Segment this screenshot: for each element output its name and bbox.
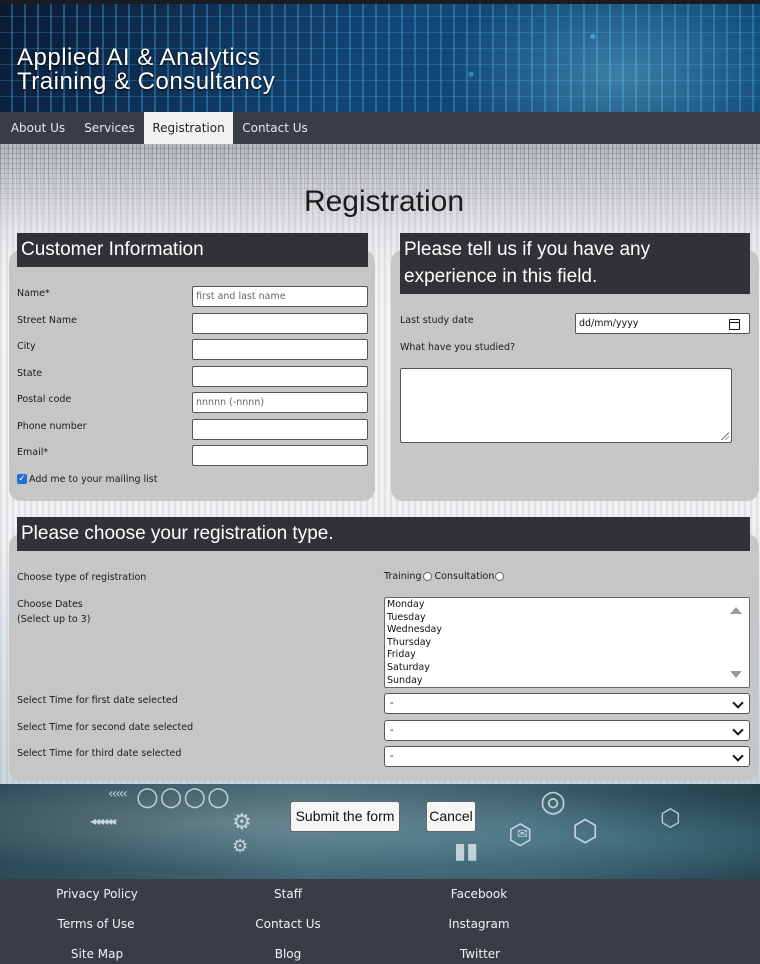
mailing-list-checkbox[interactable]: ✓ xyxy=(17,474,27,484)
postal-code-label: Postal code xyxy=(17,394,72,405)
city-label: City xyxy=(17,341,36,352)
choose-dates-label: Choose Dates xyxy=(17,599,83,610)
name-input[interactable]: first and last name xyxy=(192,286,368,307)
phone-label: Phone number xyxy=(17,421,87,432)
brand-line-2: Training & Consultancy xyxy=(17,68,276,95)
experience-heading: Please tell us if you have any experienc… xyxy=(400,233,750,294)
footer-link-privacy-policy[interactable]: Privacy Policy xyxy=(56,887,138,901)
second-time-label: Select Time for second date selected xyxy=(17,722,194,733)
circuit-glow xyxy=(440,4,760,112)
phone-input[interactable] xyxy=(192,419,368,440)
training-radio[interactable] xyxy=(422,572,432,581)
left-chevrons-decoration: ◂◂◂◂◂◂ xyxy=(90,814,116,828)
email-label: Email* xyxy=(17,447,49,458)
consultation-label: Consultation xyxy=(434,571,495,582)
footer-link-site-map[interactable]: Site Map xyxy=(71,947,123,961)
scroll-up-icon[interactable] xyxy=(730,607,742,614)
chevron-down-icon xyxy=(732,750,744,762)
street-input[interactable] xyxy=(192,313,368,334)
footer-link-twitter[interactable]: Twitter xyxy=(460,947,500,961)
name-label: Name* xyxy=(17,288,50,299)
main-content: Registration Customer Information Name* … xyxy=(0,144,760,784)
brand-line-1: Applied AI & Analytics xyxy=(17,44,261,71)
chevron-down-icon xyxy=(732,697,744,709)
last-study-label: Last study date xyxy=(400,315,474,326)
footer-link-contact-us[interactable]: Contact Us xyxy=(255,917,321,931)
hexagon-icon: ⬡ xyxy=(572,814,599,849)
list-item[interactable]: Saturday xyxy=(385,662,749,675)
second-time-value: - xyxy=(390,725,394,736)
scroll-down-icon[interactable] xyxy=(730,671,742,678)
postal-code-input[interactable]: nnnnn (-nnnn) xyxy=(192,392,368,413)
third-time-select[interactable]: - xyxy=(384,746,750,767)
footer-link-terms-of-use[interactable]: Terms of Use xyxy=(58,917,135,931)
list-item[interactable]: Thursday xyxy=(385,637,749,650)
tab-services[interactable]: Services xyxy=(76,112,143,144)
calendar-icon[interactable] xyxy=(729,319,740,330)
circles-decoration: ○○○○ xyxy=(136,784,231,812)
resize-handle-icon[interactable] xyxy=(721,432,729,440)
tab-about-us[interactable]: About Us xyxy=(0,112,76,144)
footer-link-blog[interactable]: Blog xyxy=(275,947,302,961)
tab-registration[interactable]: Registration xyxy=(144,112,233,144)
chevron-down-icon xyxy=(732,724,744,736)
third-time-label: Select Time for third date selected xyxy=(17,748,182,759)
email-input[interactable] xyxy=(192,445,368,466)
site-brand[interactable]: Applied AI & Analytics Training & Consul… xyxy=(17,46,275,94)
mail-icon: ✉ xyxy=(517,827,528,842)
target-icon: ◎ xyxy=(540,784,567,819)
tab-contact-us[interactable]: Contact Us xyxy=(233,112,317,144)
site-header: Applied AI & Analytics Training & Consul… xyxy=(0,4,760,112)
footer-link-facebook[interactable]: Facebook xyxy=(451,887,507,901)
consultation-radio[interactable] xyxy=(495,572,505,581)
footer-link-instagram[interactable]: Instagram xyxy=(448,917,509,931)
site-footer: Privacy Policy Terms of Use Site Map Sta… xyxy=(0,879,760,964)
footer-link-staff[interactable]: Staff xyxy=(274,887,302,901)
registration-type-label: Choose type of registration xyxy=(17,572,147,583)
list-item[interactable]: Wednesday xyxy=(385,624,749,637)
first-time-label: Select Time for first date selected xyxy=(17,695,178,706)
city-input[interactable] xyxy=(192,339,368,360)
bar-chart-icon: ▮▮ xyxy=(454,839,479,864)
gear-small-icon: ⚙ xyxy=(232,836,249,857)
customer-info-heading: Customer Information xyxy=(17,233,368,267)
mailing-list-label: Add me to your mailing list xyxy=(29,474,158,485)
hexagon-icon: ⬡ xyxy=(660,804,681,832)
list-item[interactable]: Tuesday xyxy=(385,612,749,625)
state-label: State xyxy=(17,368,43,379)
list-item[interactable]: Friday xyxy=(385,649,749,662)
listbox-scrollbar[interactable] xyxy=(723,598,749,687)
list-item[interactable]: Sunday xyxy=(385,675,749,687)
page-title: Registration xyxy=(303,185,465,218)
gear-icon: ⚙ xyxy=(232,810,252,835)
studied-label: What have you studied? xyxy=(400,342,516,353)
list-item[interactable]: Monday xyxy=(385,599,749,612)
cancel-button[interactable]: Cancel xyxy=(426,801,476,832)
third-time-value: - xyxy=(390,751,394,762)
last-study-date-input[interactable]: dd/mm/yyyy xyxy=(575,313,750,334)
chevrons-decoration: ‹‹‹‹‹ xyxy=(108,786,128,802)
street-label: Street Name xyxy=(17,315,77,326)
dates-listbox[interactable]: Monday Tuesday Wednesday Thursday Friday… xyxy=(384,597,750,688)
choose-dates-note: (Select up to 3) xyxy=(17,614,91,625)
state-input[interactable] xyxy=(192,366,368,387)
submit-button[interactable]: Submit the form xyxy=(290,801,400,832)
first-time-value: - xyxy=(390,698,394,709)
training-label: Training xyxy=(384,571,422,582)
registration-type-options: Training Consultation xyxy=(384,571,505,583)
main-nav: About Us Services Registration Contact U… xyxy=(0,112,760,144)
last-study-date-value: dd/mm/yyyy xyxy=(579,318,639,329)
studied-textarea[interactable] xyxy=(400,368,732,443)
first-time-select[interactable]: - xyxy=(384,693,750,714)
registration-type-heading: Please choose your registration type. xyxy=(17,517,750,551)
second-time-select[interactable]: - xyxy=(384,720,750,741)
